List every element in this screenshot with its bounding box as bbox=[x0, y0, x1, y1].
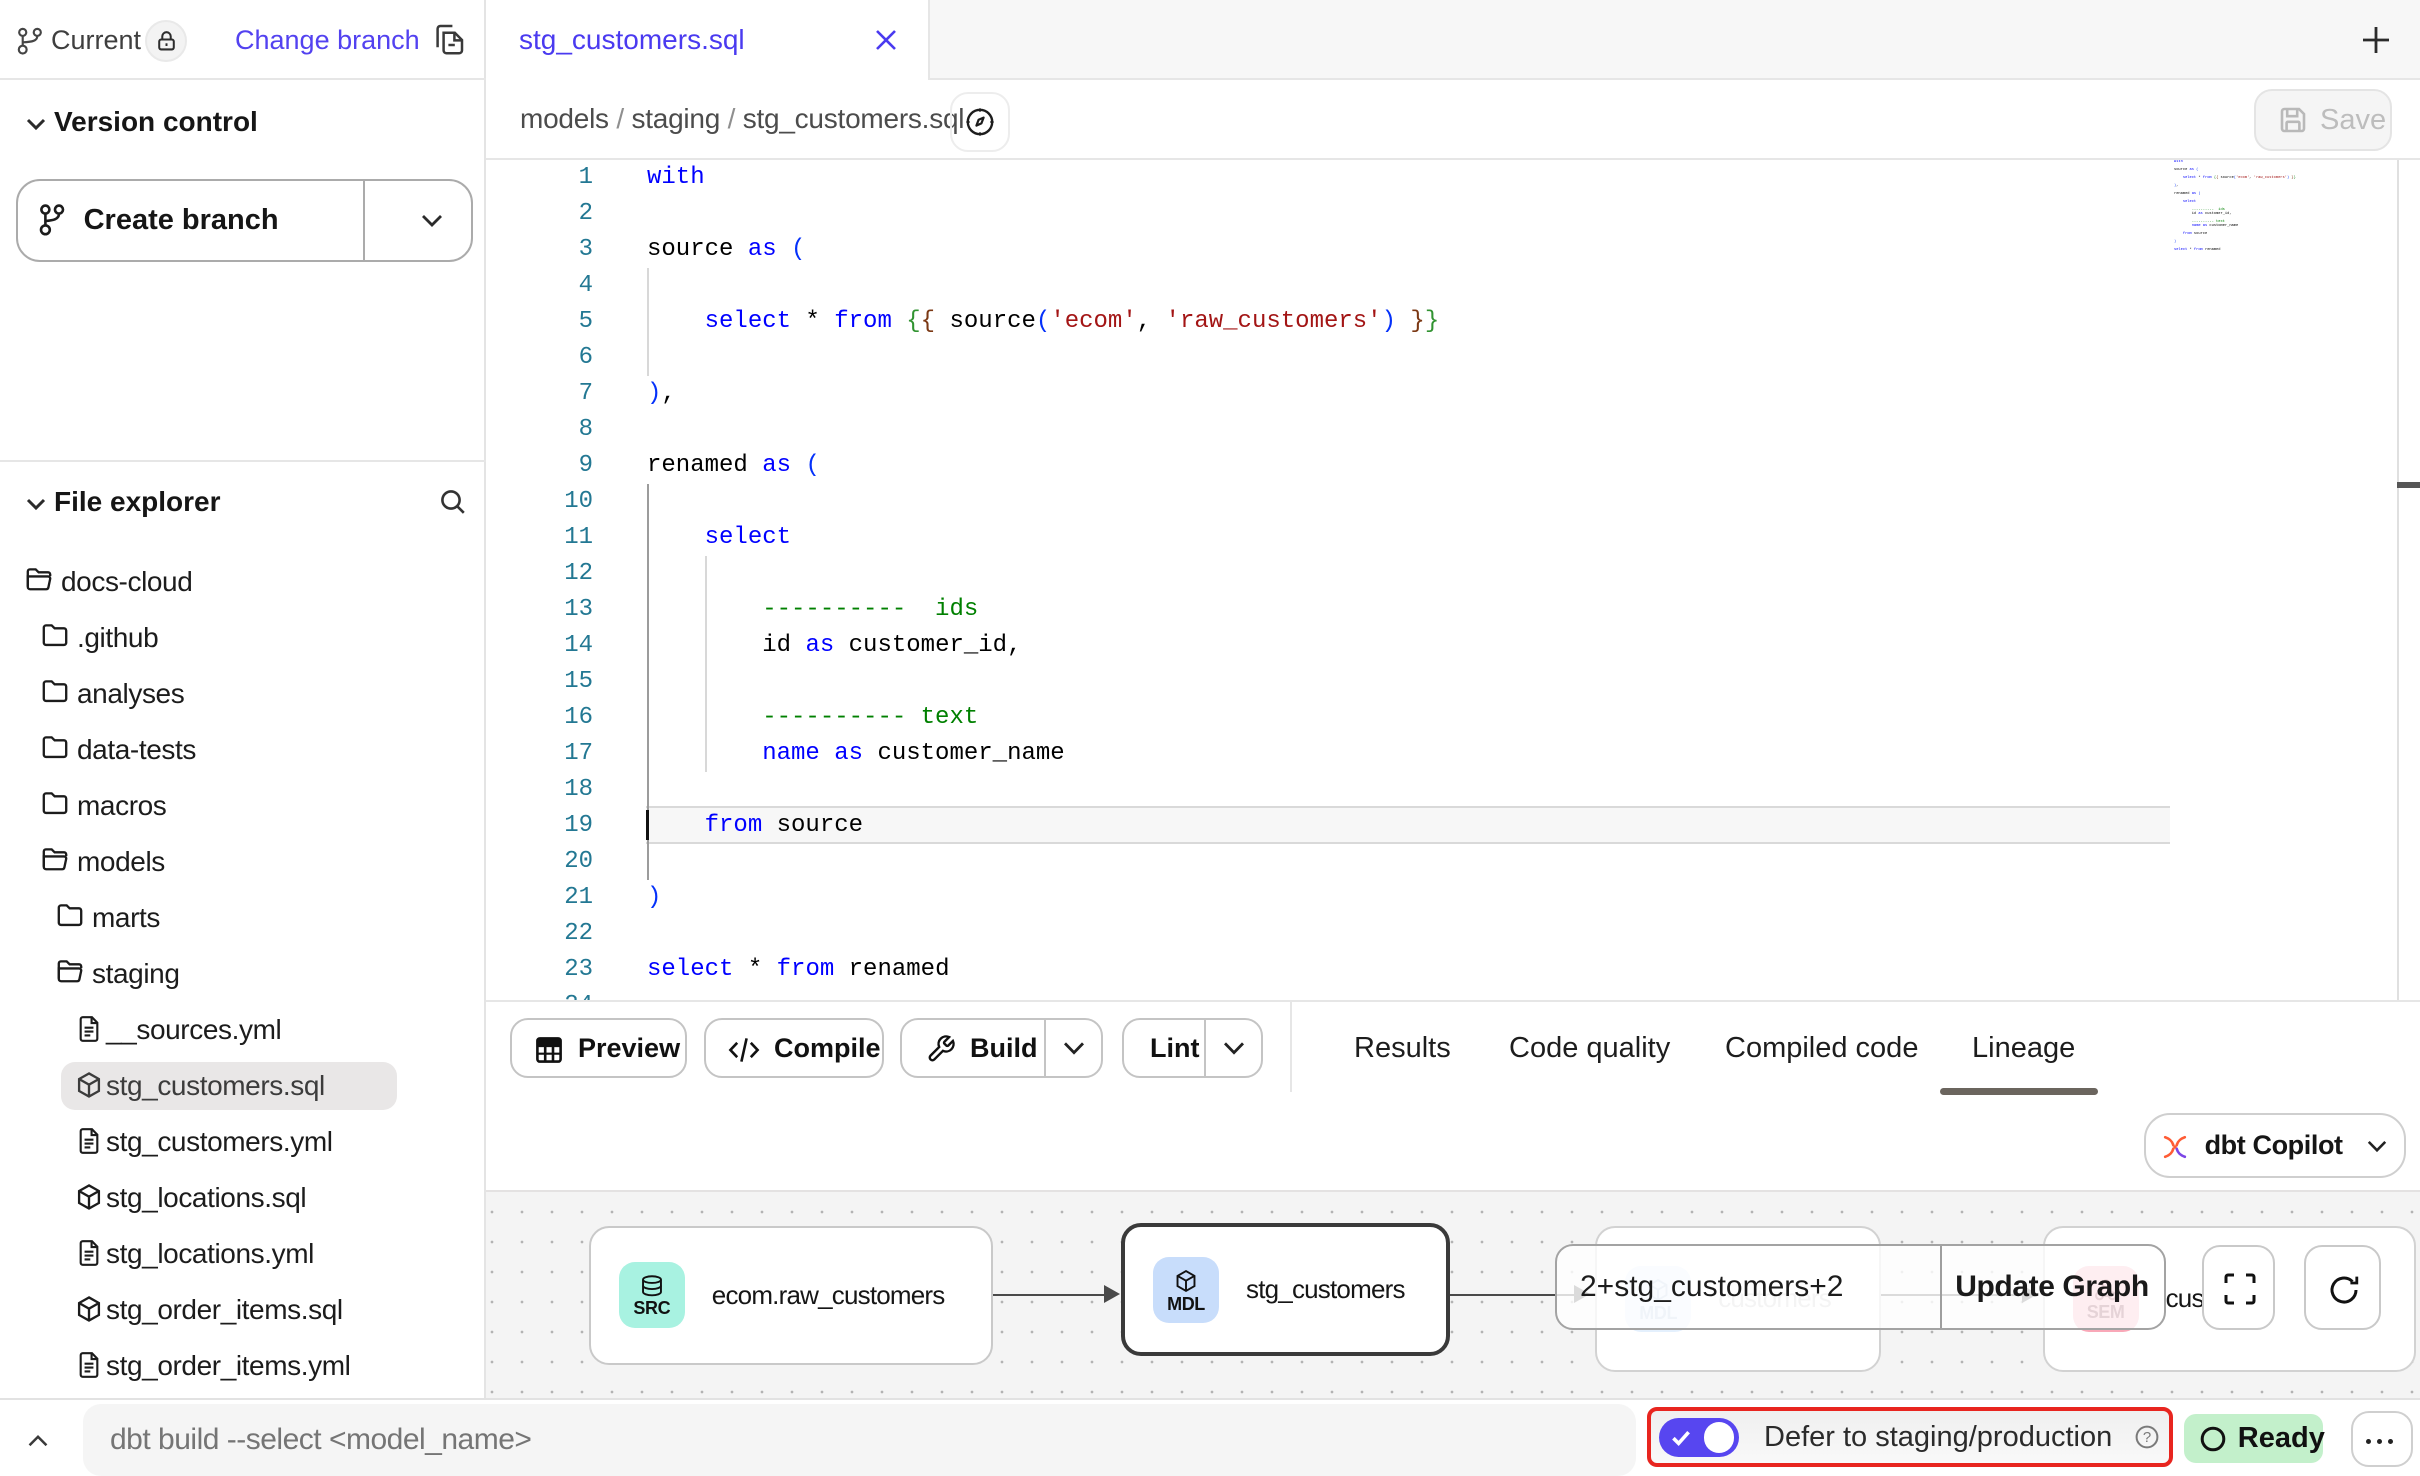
svg-text:?: ? bbox=[2143, 1430, 2151, 1447]
